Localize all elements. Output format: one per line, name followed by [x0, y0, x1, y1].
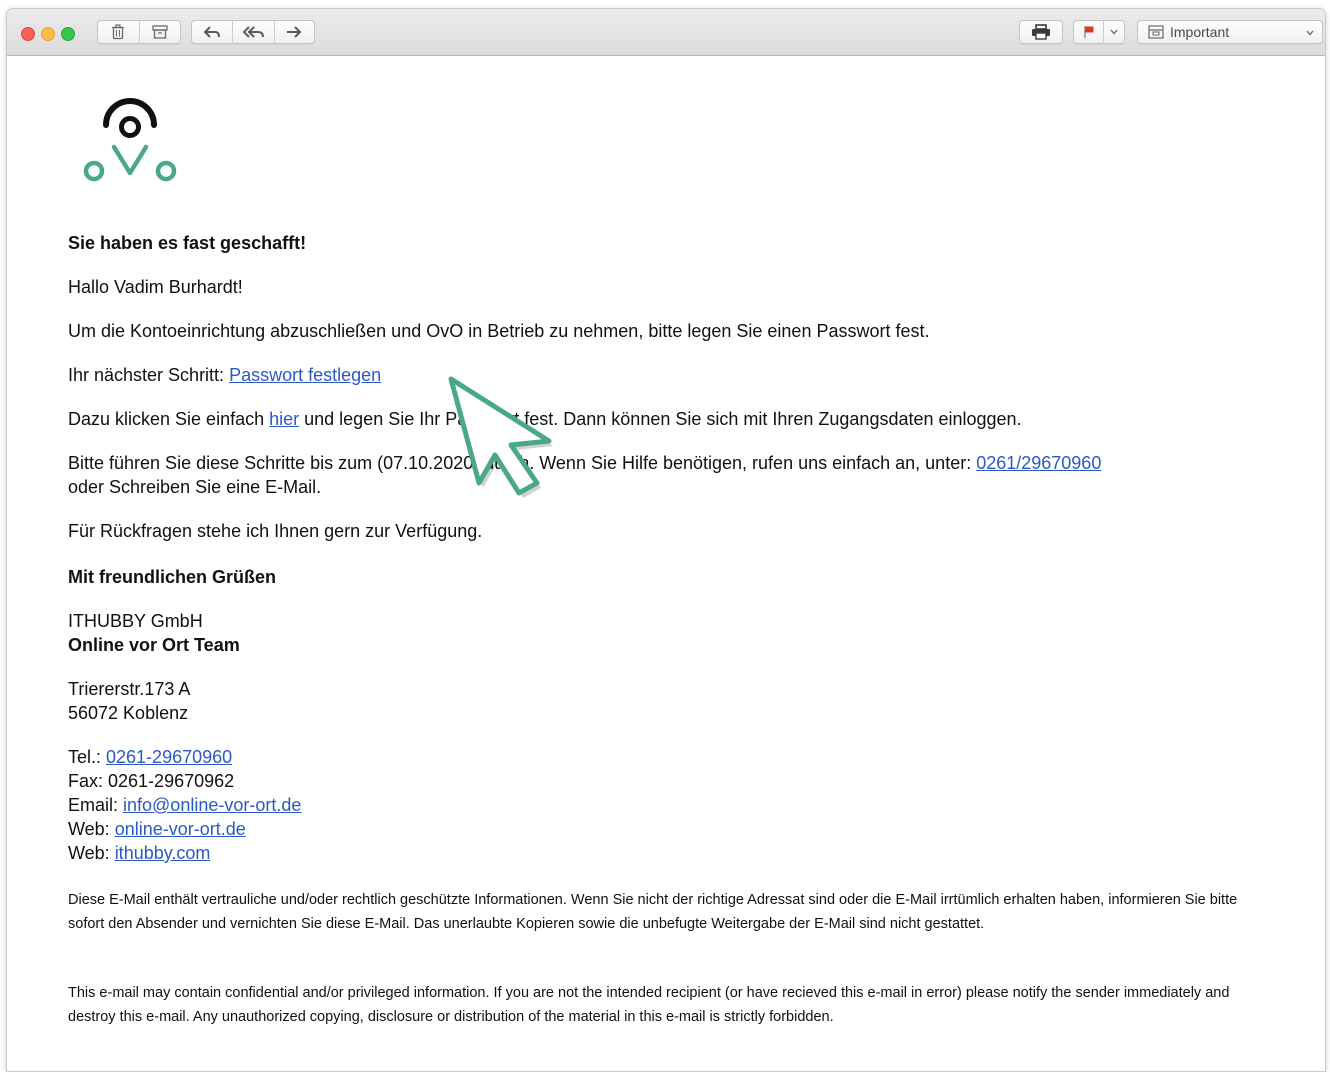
tel-label: Tel.:	[68, 747, 107, 767]
web-link-ithubby[interactable]: ithubby.com	[115, 843, 211, 863]
flag-cell	[1074, 20, 1103, 44]
questions-text: Für Rückfragen stehe ich Ihnen gern zur …	[68, 521, 483, 541]
web-link-online-vor-ort[interactable]: online-vor-ort.de	[115, 819, 246, 839]
fax-label: Fax:	[68, 771, 109, 791]
closing: Mit freundlichen Grüßen	[68, 567, 277, 587]
delete-button[interactable]	[98, 20, 139, 44]
street: Triererstr.173 A	[68, 679, 191, 699]
reply-all-icon	[242, 26, 264, 38]
archive-icon	[152, 25, 168, 39]
fax-value: 0261-29670962	[108, 771, 235, 791]
reply-all-button[interactable]	[233, 20, 273, 44]
next-step-line: Ihr nächster Schritt: Passwort festlegen	[68, 363, 381, 387]
move-to-mailbox-select[interactable]: Important	[1137, 20, 1323, 44]
disclaimer-german: Diese E-Mail enthält vertrauliche und/od…	[68, 892, 1238, 932]
email-link[interactable]: info@online-vor-ort.de	[123, 795, 301, 815]
tel-link[interactable]: 0261-29670960	[106, 747, 232, 767]
here-link[interactable]: hier	[269, 409, 299, 429]
close-window-button[interactable]	[21, 27, 35, 41]
forward-icon	[287, 26, 302, 38]
minimize-window-button[interactable]	[41, 27, 55, 41]
print-icon	[1032, 24, 1050, 40]
click-prefix: Dazu klicken Sie einfach	[68, 409, 270, 429]
address-block: Triererstr.173 A 56072 Koblenz	[68, 677, 190, 725]
forward-button[interactable]	[275, 20, 314, 44]
flag-dropdown[interactable]	[1104, 20, 1124, 44]
email-label: Email:	[68, 795, 124, 815]
click-suffix: und legen Sie Ihr Passwort fest. Dann kö…	[299, 409, 1022, 429]
disclaimer-english: This e-mail may contain confidential and…	[68, 985, 1230, 1025]
next-step-prefix: Ihr nächster Schritt:	[68, 365, 230, 385]
contact-block: Tel.: 0261-29670960 Fax: 0261-29670962 E…	[68, 745, 301, 865]
team-name: Online vor Ort Team	[68, 635, 240, 655]
toolbar: Important	[7, 9, 1325, 56]
greeting: Hallo Vadim Burhardt!	[68, 277, 243, 297]
trash-icon	[112, 24, 125, 40]
mailbox-label: Important	[1170, 24, 1230, 40]
mail-window: Important Sie haben es fast geschafft! H…	[6, 8, 1326, 1072]
flag-icon	[1084, 26, 1094, 38]
city: 56072 Koblenz	[68, 703, 189, 723]
company-name: ITHUBBY GmbH	[68, 611, 203, 631]
delete-archive-group	[97, 20, 181, 44]
chevron-down-icon	[1306, 30, 1314, 36]
reply-group	[191, 20, 315, 44]
phone-link[interactable]: 0261/29670960	[976, 453, 1101, 473]
print-button[interactable]	[1019, 20, 1063, 44]
cursor-arrow-icon	[448, 376, 553, 498]
set-password-link[interactable]: Passwort festlegen	[229, 365, 381, 385]
flag-button[interactable]	[1073, 20, 1125, 44]
email-heading: Sie haben es fast geschafft!	[68, 233, 307, 253]
reply-icon	[203, 26, 221, 38]
ovo-logo-icon	[83, 98, 177, 182]
web-label: Web:	[68, 819, 115, 839]
web-label: Web:	[68, 843, 115, 863]
deadline-paragraph: Bitte führen Sie diese Schritte bis zum …	[68, 451, 1268, 499]
zoom-window-button[interactable]	[61, 27, 75, 41]
signature-block: ITHUBBY GmbH Online vor Ort Team	[68, 609, 240, 657]
mailbox-icon	[1148, 25, 1164, 39]
archive-button[interactable]	[139, 20, 180, 44]
chevron-down-icon	[1110, 29, 1118, 35]
reply-button[interactable]	[192, 20, 232, 44]
deadline-suffix: oder Schreiben Sie eine E-Mail.	[68, 477, 322, 497]
intro-text: Um die Kontoeinrichtung abzuschließen un…	[68, 321, 930, 341]
